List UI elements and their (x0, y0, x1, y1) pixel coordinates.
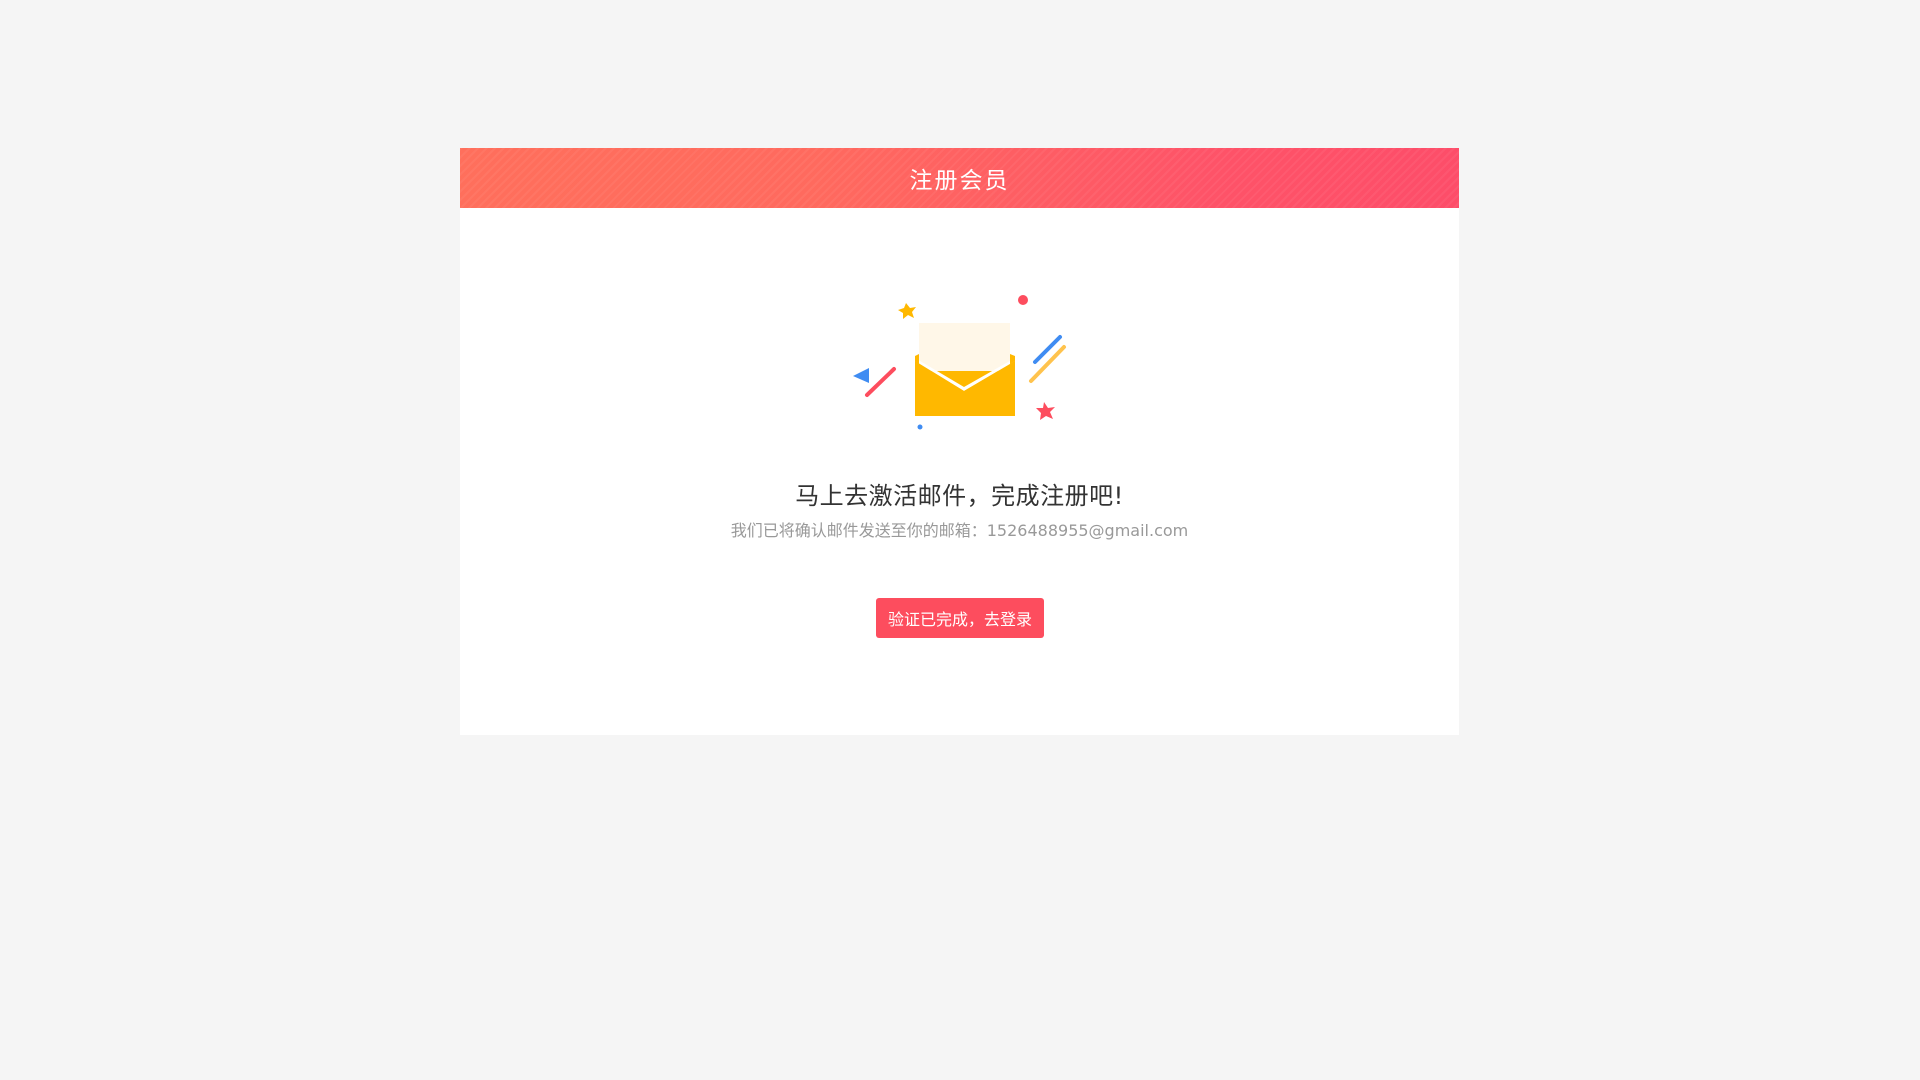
activation-headline: 马上去激活邮件，完成注册吧! (795, 482, 1124, 510)
open-envelope-icon (853, 295, 1066, 430)
page-title: 注册会员 (909, 168, 1010, 194)
card-header: 注册会员 (460, 148, 1459, 208)
email-sent-notice: 我们已将确认邮件发送至你的邮箱：1526488955@gmail.com (730, 521, 1189, 540)
registration-card: 注册会员 马上去激活邮件，完成注册吧! 我们已将确认邮件发送至你的邮箱：1526… (460, 148, 1459, 735)
go-to-login-button[interactable]: 验证已完成，去登录 (876, 598, 1044, 638)
